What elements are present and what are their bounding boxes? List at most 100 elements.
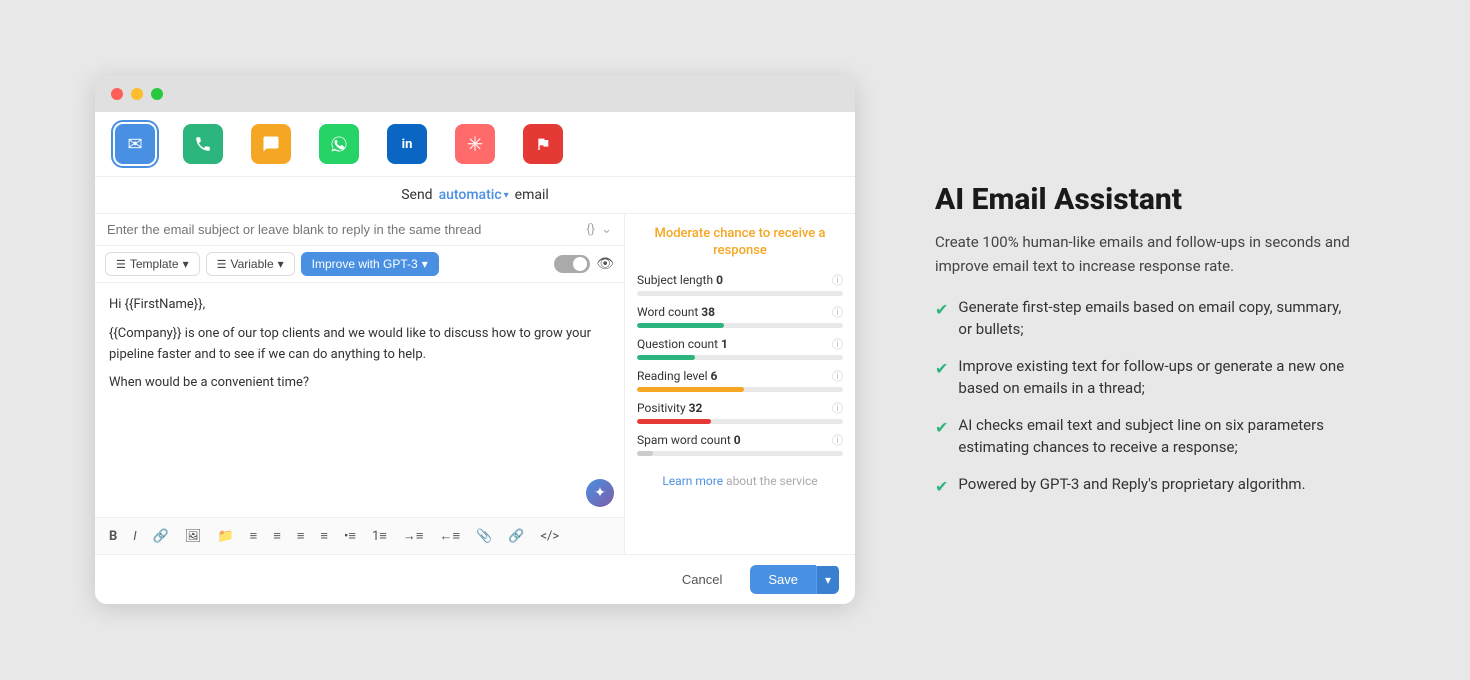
positivity-info-icon[interactable]: ⓘ [832, 400, 843, 416]
send-prefix: Send [401, 187, 432, 203]
dot-yellow[interactable] [131, 88, 143, 100]
variable-icon: ☰ [217, 258, 227, 271]
channel-linkedin[interactable]: in [387, 124, 427, 164]
gpt-chevron: ▾ [422, 257, 428, 271]
toggle-switch[interactable]: 👁 [554, 255, 614, 273]
indent-button[interactable]: →≡ [399, 526, 428, 546]
ai-badge[interactable]: ✦ [586, 479, 614, 507]
composer: ✉ in ✳ Send automat [95, 112, 855, 604]
toggle-track[interactable] [554, 255, 590, 273]
metric-subject-length: Subject length 0 ⓘ [637, 272, 843, 296]
attachment-button[interactable]: 📁 [213, 527, 237, 546]
bottom-bar: Cancel Save ▾ [95, 554, 855, 604]
save-button[interactable]: Save [750, 565, 816, 594]
question-count-info-icon[interactable]: ⓘ [832, 336, 843, 352]
metric-spam-word-count: Spam word count 0 ⓘ [637, 432, 843, 456]
spam-count-info-icon[interactable]: ⓘ [832, 432, 843, 448]
formatting-bar: B I 🔗 🖼 📁 ≡ ≡ ≡ ≡ •≡ 1≡ →≡ ←≡ 📎 [95, 517, 624, 554]
numbered-list-button[interactable]: 1≡ [368, 526, 391, 546]
channel-bar: ✉ in ✳ [95, 112, 855, 177]
channel-flag[interactable] [523, 124, 563, 164]
check-icon-2: ✔ [935, 357, 948, 381]
metric-positivity: Positivity 32 ⓘ [637, 400, 843, 424]
channel-email[interactable]: ✉ [115, 124, 155, 164]
toolbar-bar: ☰ Template ▾ ☰ Variable ▾ Improve with G… [95, 246, 624, 283]
metric-question-count: Question count 1 ⓘ [637, 336, 843, 360]
bold-button[interactable]: B [105, 527, 121, 546]
image-button[interactable]: 🖼 [181, 527, 206, 546]
learn-more-link[interactable]: Learn more [662, 474, 723, 488]
reading-level-fill [637, 387, 744, 392]
spam-count-track [637, 451, 843, 456]
dot-red[interactable] [111, 88, 123, 100]
send-mode-chevron: ▾ [504, 190, 509, 201]
word-count-info-icon[interactable]: ⓘ [832, 304, 843, 320]
ai-panel: Moderate chance to receive a response Su… [625, 214, 855, 554]
metric-word-count: Word count 38 ⓘ [637, 304, 843, 328]
align-left-button[interactable]: ≡ [246, 526, 262, 546]
clip-button[interactable]: 📎 [472, 527, 496, 546]
composer-body: {} ⌄ ☰ Template ▾ ☰ Variable [95, 214, 855, 554]
italic-button[interactable]: I [129, 527, 140, 546]
email-text-area[interactable]: Hi {{FirstName}}, {{Company}} is one of … [95, 283, 624, 517]
send-bar: Send automatic ▾ email [95, 177, 855, 214]
word-count-track [637, 323, 843, 328]
link2-button[interactable]: 🔗 [504, 527, 528, 546]
email-line3: When would be a convenient time? [109, 373, 610, 394]
editor-pane: {} ⌄ ☰ Template ▾ ☰ Variable [95, 214, 625, 554]
subject-length-track [637, 291, 843, 296]
bullet-list-button[interactable]: •≡ [340, 526, 360, 546]
info-title: AI Email Assistant [935, 182, 1355, 218]
save-button-group: Save ▾ [750, 565, 839, 594]
info-description: Create 100% human-like emails and follow… [935, 230, 1355, 278]
feature-item-1: ✔ Generate first-step emails based on em… [935, 296, 1355, 341]
send-mode-button[interactable]: automatic ▾ [439, 187, 509, 203]
expand-icon[interactable]: ⌄ [601, 222, 612, 237]
feature-item-4: ✔ Powered by GPT-3 and Reply's proprieta… [935, 473, 1355, 499]
email-line1: Hi {{FirstName}}, [109, 295, 610, 316]
code-button[interactable]: </> [536, 527, 563, 546]
feature-item-2: ✔ Improve existing text for follow-ups o… [935, 355, 1355, 400]
eye-icon[interactable]: 👁 [596, 256, 614, 272]
gpt-button[interactable]: Improve with GPT-3 ▾ [301, 252, 439, 276]
outdent-button[interactable]: ←≡ [435, 526, 464, 546]
send-suffix: email [515, 187, 549, 203]
cancel-button[interactable]: Cancel [664, 565, 740, 594]
channel-chat[interactable] [251, 124, 291, 164]
align-right-button[interactable]: ≡ [293, 526, 309, 546]
template-button[interactable]: ☰ Template ▾ [105, 252, 200, 276]
screen: ✉ in ✳ Send automat [20, 20, 1450, 660]
feature-list: ✔ Generate first-step emails based on em… [935, 296, 1355, 499]
variable-chevron: ▾ [278, 257, 284, 271]
check-icon-3: ✔ [935, 416, 948, 440]
learn-more-section: Learn more about the service [637, 474, 843, 488]
variable-button[interactable]: ☰ Variable ▾ [206, 252, 295, 276]
align-justify-button[interactable]: ≡ [316, 526, 332, 546]
channel-asterisk[interactable]: ✳ [455, 124, 495, 164]
save-dropdown-button[interactable]: ▾ [816, 566, 839, 594]
braces-icon[interactable]: {} [586, 222, 595, 237]
feature-item-3: ✔ AI checks email text and subject line … [935, 414, 1355, 459]
toggle-thumb [573, 257, 587, 271]
channel-whatsapp[interactable] [319, 124, 359, 164]
question-count-track [637, 355, 843, 360]
link-button[interactable]: 🔗 [149, 527, 173, 546]
channel-phone[interactable] [183, 124, 223, 164]
align-center-button[interactable]: ≡ [269, 526, 285, 546]
template-icon: ☰ [116, 258, 126, 271]
word-count-fill [637, 323, 724, 328]
subject-input[interactable] [107, 222, 578, 237]
subject-bar: {} ⌄ [95, 214, 624, 246]
positivity-fill [637, 419, 711, 424]
reading-level-info-icon[interactable]: ⓘ [832, 368, 843, 384]
subject-icons: {} ⌄ [586, 222, 612, 237]
question-count-fill [637, 355, 695, 360]
positivity-track [637, 419, 843, 424]
metric-reading-level: Reading level 6 ⓘ [637, 368, 843, 392]
spam-count-fill [637, 451, 653, 456]
subject-info-icon[interactable]: ⓘ [832, 272, 843, 288]
reading-level-track [637, 387, 843, 392]
check-icon-4: ✔ [935, 475, 948, 499]
email-line2: {{Company}} is one of our top clients an… [109, 324, 610, 366]
dot-green[interactable] [151, 88, 163, 100]
